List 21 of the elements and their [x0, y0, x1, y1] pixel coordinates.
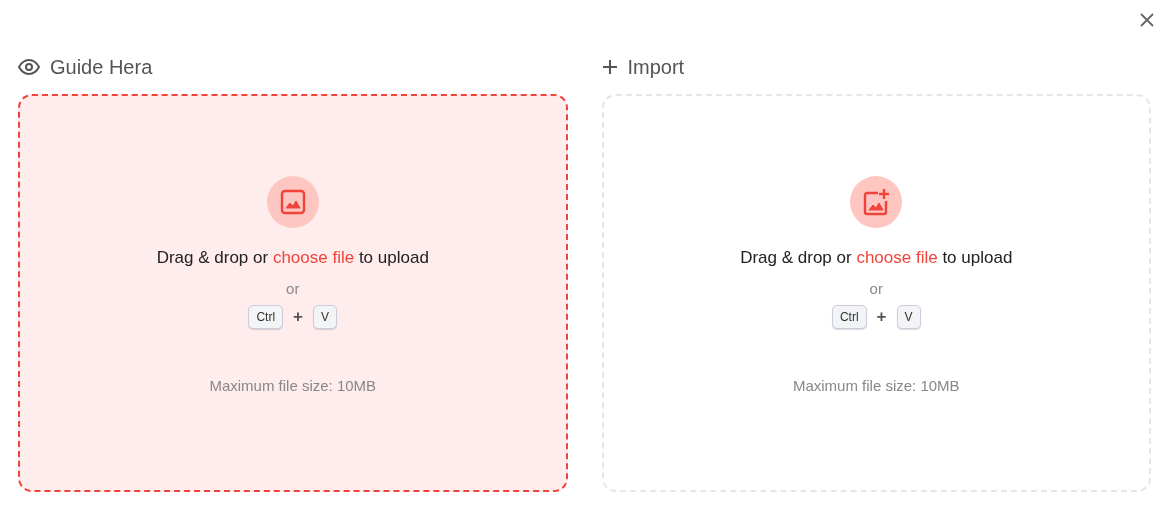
keyboard-key: Ctrl — [831, 305, 867, 329]
image-icon — [279, 189, 306, 215]
upload-prompt: Drag & drop or choose file to upload — [740, 248, 1013, 268]
plus-sign: + — [293, 307, 304, 327]
keyboard-key: Ctrl — [248, 305, 284, 329]
keyboard-key: V — [313, 305, 338, 329]
drop-zone[interactable]: Drag & drop or choose file to upload or Ctrl + V Maximum file size: 10MB — [601, 94, 1151, 492]
or-text: or — [869, 280, 883, 297]
section-title: Import — [627, 55, 685, 79]
choose-file-link[interactable]: choose file — [856, 248, 938, 267]
section-title: Guide Hera — [50, 55, 153, 79]
or-text: or — [286, 280, 300, 297]
upload-prompt: Drag & drop or choose file to upload — [156, 248, 429, 268]
file-size-limit: Maximum file size: 10MB — [209, 377, 377, 394]
eye-icon — [18, 59, 40, 75]
plus-icon — [601, 59, 618, 75]
drop-zone[interactable]: Drag & drop or choose file to upload or Ctrl + V Maximum file size: 10MB — [18, 94, 568, 492]
image-add-icon — [862, 188, 891, 216]
file-size-limit: Maximum file size: 10MB — [792, 377, 960, 394]
keyboard-key: V — [896, 305, 921, 329]
plus-sign: + — [876, 307, 887, 327]
